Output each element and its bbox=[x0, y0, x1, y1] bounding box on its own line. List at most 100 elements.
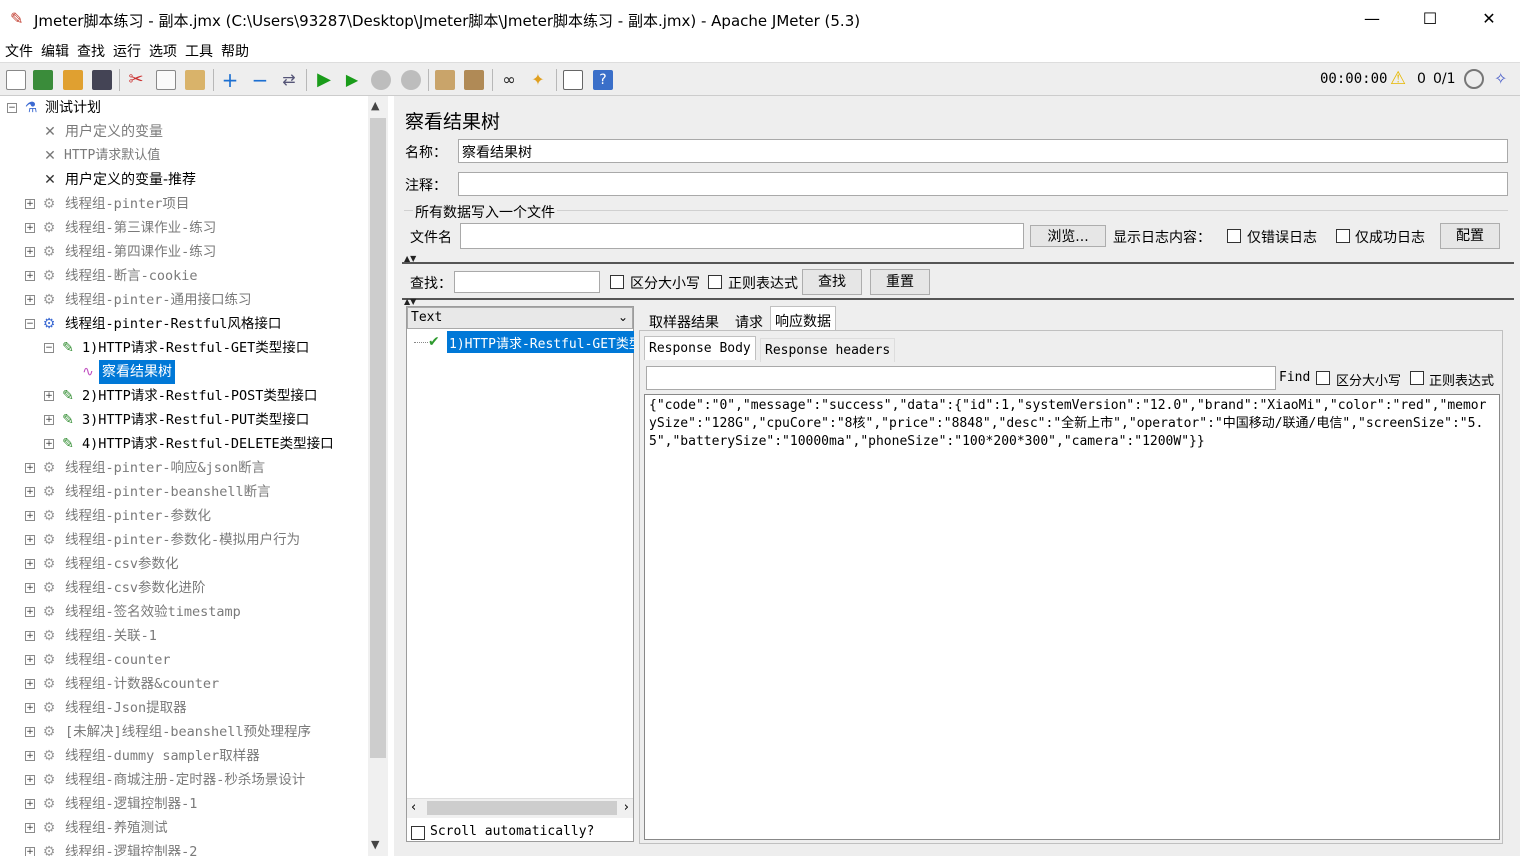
subtab-response-body[interactable]: Response Body bbox=[644, 336, 756, 360]
shutdown-icon[interactable] bbox=[401, 70, 421, 90]
menu-help[interactable]: 帮助 bbox=[216, 38, 252, 61]
tree-item[interactable]: + ⚙ 线程组-养殖测试 bbox=[0, 816, 366, 840]
expand-toggle-icon[interactable]: + bbox=[25, 487, 35, 497]
expand-toggle-icon[interactable]: + bbox=[25, 583, 35, 593]
expand-toggle-icon[interactable]: + bbox=[25, 799, 35, 809]
collapse-toggle-icon[interactable]: − bbox=[7, 103, 17, 113]
expand-toggle-icon[interactable]: + bbox=[25, 247, 35, 257]
search-regex-checkbox[interactable] bbox=[708, 275, 722, 289]
menu-search[interactable]: 查找 bbox=[72, 38, 108, 61]
reset-button[interactable]: 重置 bbox=[870, 269, 930, 295]
tree-item[interactable]: + ⚙ 线程组-Json提取器 bbox=[0, 696, 366, 720]
scroll-up-icon[interactable]: ▲ bbox=[371, 99, 379, 112]
tree-item[interactable]: + ✎ 2)HTTP请求-Restful-POST类型接口 bbox=[0, 384, 366, 408]
cut-icon[interactable]: ✂ bbox=[126, 70, 146, 90]
templates-icon[interactable] bbox=[33, 70, 53, 90]
tree-item[interactable]: + ⚙ 线程组-计数器&counter bbox=[0, 672, 366, 696]
hscroll-thumb[interactable] bbox=[427, 801, 617, 815]
errors-only-checkbox[interactable] bbox=[1227, 229, 1241, 243]
search-binoculars-icon[interactable]: ∞ bbox=[499, 70, 519, 90]
tree-item[interactable]: + ⚙ 线程组-第四课作业-练习 bbox=[0, 240, 366, 264]
function-helper-icon[interactable] bbox=[563, 70, 583, 90]
scroll-auto-checkbox[interactable] bbox=[411, 826, 425, 840]
tree-item[interactable]: ✕ 用户定义的变量 bbox=[0, 120, 366, 144]
expand-toggle-icon[interactable]: + bbox=[25, 751, 35, 761]
copy-icon[interactable] bbox=[156, 70, 176, 90]
results-hscrollbar[interactable]: ‹ › bbox=[407, 798, 633, 818]
expand-toggle-icon[interactable]: + bbox=[25, 535, 35, 545]
tree-item[interactable]: + ⚙ 线程组-dummy sampler取样器 bbox=[0, 744, 366, 768]
expand-toggle-icon[interactable]: + bbox=[44, 415, 54, 425]
remote-status-icon[interactable] bbox=[1464, 69, 1484, 89]
expand-toggle-icon[interactable]: + bbox=[25, 727, 35, 737]
subtab-response-headers[interactable]: Response headers bbox=[760, 338, 896, 362]
tree-item[interactable]: + ⚙ 线程组-断言-cookie bbox=[0, 264, 366, 288]
tree-item[interactable]: ✕ HTTP请求默认值 bbox=[0, 144, 366, 168]
find-button[interactable]: 查找 bbox=[802, 269, 862, 295]
scroll-left-icon[interactable]: ‹ bbox=[411, 800, 416, 815]
tree-item[interactable]: + ⚙ 线程组-pinter-响应&json断言 bbox=[0, 456, 366, 480]
comment-field[interactable] bbox=[458, 172, 1508, 196]
tree-item[interactable]: − ✎ 1)HTTP请求-Restful-GET类型接口 bbox=[0, 336, 366, 360]
expand-toggle-icon[interactable]: + bbox=[25, 199, 35, 209]
menu-edit[interactable]: 编辑 bbox=[36, 38, 72, 61]
tree-item[interactable]: − ⚙ 线程组-pinter-Restful风格接口 bbox=[0, 312, 366, 336]
collapse-toggle-icon[interactable]: − bbox=[44, 343, 54, 353]
clear-icon[interactable] bbox=[435, 70, 455, 90]
tree-item[interactable]: + ⚙ 线程组-pinter-参数化-模拟用户行为 bbox=[0, 528, 366, 552]
tree-item[interactable]: + ⚙ 线程组-逻辑控制器-1 bbox=[0, 792, 366, 816]
expand-toggle-icon[interactable]: + bbox=[25, 607, 35, 617]
tree-item[interactable]: + ⚙ 线程组-csv参数化进阶 bbox=[0, 576, 366, 600]
tree-item[interactable]: + ⚙ 线程组-第三课作业-练习 bbox=[0, 216, 366, 240]
menu-file[interactable]: 文件 bbox=[0, 38, 36, 61]
splitter-arrows-icon[interactable]: ▲▼ bbox=[404, 297, 416, 306]
tree-item-selected[interactable]: ∿ 察看结果树 bbox=[0, 360, 366, 384]
search-input[interactable] bbox=[454, 271, 600, 293]
name-field[interactable]: 察看结果树 bbox=[458, 139, 1508, 163]
tree-item[interactable]: + ⚙ 线程组-pinter-beanshell断言 bbox=[0, 480, 366, 504]
help-icon[interactable]: ? bbox=[593, 70, 613, 90]
tree-item[interactable]: + ⚙ 线程组-商城注册-定时器-秒杀场景设计 bbox=[0, 768, 366, 792]
tree-item[interactable]: + ⚙ 线程组-逻辑控制器-2 bbox=[0, 840, 366, 856]
open-icon[interactable] bbox=[63, 70, 83, 90]
new-icon[interactable] bbox=[6, 70, 26, 90]
tree-item[interactable]: + ⚙ 线程组-关联-1 bbox=[0, 624, 366, 648]
find-input[interactable] bbox=[646, 366, 1276, 390]
reset-search-icon[interactable]: ✦ bbox=[528, 70, 548, 90]
find-regex-checkbox[interactable] bbox=[1410, 371, 1424, 385]
scroll-down-icon[interactable]: ▼ bbox=[371, 838, 379, 851]
menu-options[interactable]: 选项 bbox=[144, 38, 180, 61]
tree-root[interactable]: − ⚗ 测试计划 bbox=[0, 96, 366, 120]
menu-tools[interactable]: 工具 bbox=[180, 38, 216, 61]
expand-toggle-icon[interactable]: + bbox=[25, 703, 35, 713]
browse-button[interactable]: 浏览... bbox=[1030, 225, 1106, 247]
collapse-icon[interactable]: − bbox=[250, 70, 270, 90]
start-icon[interactable]: ▶ bbox=[314, 70, 334, 90]
response-body-area[interactable]: {"code":"0","message":"success","data":{… bbox=[644, 394, 1500, 840]
tree-item[interactable]: + ⚙ 线程组-签名效验timestamp bbox=[0, 600, 366, 624]
collapse-toggle-icon[interactable]: − bbox=[25, 319, 35, 329]
filename-field[interactable] bbox=[460, 223, 1024, 249]
paste-icon[interactable] bbox=[185, 70, 205, 90]
expand-toggle-icon[interactable]: + bbox=[44, 391, 54, 401]
tree-item[interactable]: + ✎ 4)HTTP请求-Restful-DELETE类型接口 bbox=[0, 432, 366, 456]
tree-item[interactable]: + ⚙ 线程组-counter bbox=[0, 648, 366, 672]
expand-toggle-icon[interactable]: + bbox=[25, 271, 35, 281]
tree-item[interactable]: + ⚙ 线程组-pinter-通用接口练习 bbox=[0, 288, 366, 312]
find-case-checkbox[interactable] bbox=[1316, 371, 1330, 385]
logger-icon[interactable]: ✧ bbox=[1494, 69, 1507, 88]
menu-run[interactable]: 运行 bbox=[108, 38, 144, 61]
expand-toggle-icon[interactable]: + bbox=[25, 511, 35, 521]
expand-toggle-icon[interactable]: + bbox=[25, 295, 35, 305]
renderer-select[interactable]: Text ⌄ bbox=[407, 307, 633, 329]
tree-item[interactable]: ✕ 用户定义的变量-推荐 bbox=[0, 168, 366, 192]
close-button[interactable]: ✕ bbox=[1466, 4, 1512, 34]
start-no-pauses-icon[interactable]: ▶ bbox=[342, 70, 362, 90]
expand-toggle-icon[interactable]: + bbox=[25, 223, 35, 233]
expand-toggle-icon[interactable]: + bbox=[25, 679, 35, 689]
search-case-checkbox[interactable] bbox=[610, 275, 624, 289]
configure-button[interactable]: 配置 bbox=[1440, 223, 1500, 249]
expand-toggle-icon[interactable]: + bbox=[44, 439, 54, 449]
minimize-button[interactable]: — bbox=[1349, 4, 1395, 34]
expand-toggle-icon[interactable]: + bbox=[25, 631, 35, 641]
